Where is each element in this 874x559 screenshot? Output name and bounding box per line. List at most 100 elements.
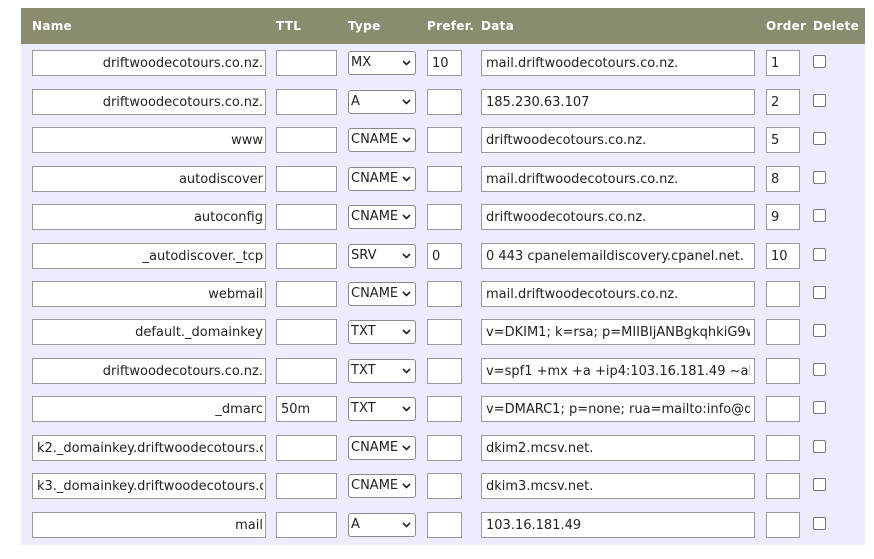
record-type-value: TXT bbox=[351, 363, 376, 378]
record-data-input[interactable] bbox=[481, 281, 755, 307]
delete-checkbox[interactable] bbox=[813, 401, 826, 414]
record-name-input[interactable] bbox=[32, 512, 266, 538]
record-name-input[interactable] bbox=[32, 396, 266, 422]
record-type-select[interactable]: CNAME bbox=[348, 128, 416, 152]
record-data-input[interactable] bbox=[481, 243, 755, 269]
record-ttl-input[interactable] bbox=[276, 127, 337, 153]
record-preference-input[interactable] bbox=[427, 204, 462, 230]
delete-checkbox[interactable] bbox=[813, 478, 826, 491]
record-type-select[interactable]: SRV bbox=[348, 244, 416, 268]
record-order-input[interactable] bbox=[766, 473, 800, 499]
record-name-input[interactable] bbox=[32, 473, 266, 499]
chevron-down-icon bbox=[402, 445, 411, 451]
record-order-input[interactable] bbox=[766, 204, 800, 230]
delete-checkbox[interactable] bbox=[813, 324, 826, 337]
record-name-input[interactable] bbox=[32, 358, 266, 384]
delete-checkbox[interactable] bbox=[813, 132, 826, 145]
record-ttl-input[interactable] bbox=[276, 204, 337, 230]
record-type-select[interactable]: CNAME bbox=[348, 282, 416, 306]
column-header-ttl: TTL bbox=[276, 19, 302, 33]
chevron-down-icon bbox=[402, 214, 411, 220]
record-ttl-input[interactable] bbox=[276, 319, 337, 345]
record-type-select[interactable]: TXT bbox=[348, 397, 416, 421]
record-order-input[interactable] bbox=[766, 435, 800, 461]
delete-checkbox[interactable] bbox=[813, 363, 826, 376]
record-type-select[interactable]: CNAME bbox=[348, 474, 416, 498]
record-name-input[interactable] bbox=[32, 50, 266, 76]
record-type-select[interactable]: CNAME bbox=[348, 205, 416, 229]
record-type-select[interactable]: CNAME bbox=[348, 167, 416, 191]
record-data-input[interactable] bbox=[481, 396, 755, 422]
delete-checkbox[interactable] bbox=[813, 55, 826, 68]
record-name-input[interactable] bbox=[32, 243, 266, 269]
record-ttl-input[interactable] bbox=[276, 50, 337, 76]
record-ttl-input[interactable] bbox=[276, 281, 337, 307]
record-type-select[interactable]: CNAME bbox=[348, 436, 416, 460]
record-preference-input[interactable] bbox=[427, 473, 462, 499]
record-preference-input[interactable] bbox=[427, 281, 462, 307]
record-preference-input[interactable] bbox=[427, 127, 462, 153]
record-preference-input[interactable] bbox=[427, 358, 462, 384]
record-order-input[interactable] bbox=[766, 89, 800, 115]
dns-record-row: A bbox=[21, 512, 865, 550]
record-order-input[interactable] bbox=[766, 512, 800, 538]
record-name-input[interactable] bbox=[32, 281, 266, 307]
record-order-input[interactable] bbox=[766, 319, 800, 345]
column-header-order: Order bbox=[766, 19, 807, 33]
record-ttl-input[interactable] bbox=[276, 473, 337, 499]
delete-checkbox[interactable] bbox=[813, 94, 826, 107]
record-data-input[interactable] bbox=[481, 512, 755, 538]
record-order-input[interactable] bbox=[766, 281, 800, 307]
record-ttl-input[interactable] bbox=[276, 396, 337, 422]
record-name-input[interactable] bbox=[32, 127, 266, 153]
record-type-select[interactable]: MX bbox=[348, 51, 416, 75]
record-name-input[interactable] bbox=[32, 89, 266, 115]
record-data-input[interactable] bbox=[481, 319, 755, 345]
record-order-input[interactable] bbox=[766, 166, 800, 192]
record-type-select[interactable]: TXT bbox=[348, 359, 416, 383]
delete-checkbox[interactable] bbox=[813, 171, 826, 184]
record-data-input[interactable] bbox=[481, 127, 755, 153]
dns-record-row: CNAME bbox=[21, 166, 865, 204]
record-data-input[interactable] bbox=[481, 89, 755, 115]
record-preference-input[interactable] bbox=[427, 396, 462, 422]
record-order-input[interactable] bbox=[766, 358, 800, 384]
record-data-input[interactable] bbox=[481, 166, 755, 192]
record-ttl-input[interactable] bbox=[276, 358, 337, 384]
record-name-input[interactable] bbox=[32, 319, 266, 345]
record-preference-input[interactable] bbox=[427, 89, 462, 115]
delete-checkbox[interactable] bbox=[813, 440, 826, 453]
record-order-input[interactable] bbox=[766, 243, 800, 269]
record-order-input[interactable] bbox=[766, 127, 800, 153]
delete-checkbox[interactable] bbox=[813, 517, 826, 530]
record-name-input[interactable] bbox=[32, 435, 266, 461]
record-data-input[interactable] bbox=[481, 435, 755, 461]
record-ttl-input[interactable] bbox=[276, 166, 337, 192]
record-data-input[interactable] bbox=[481, 204, 755, 230]
delete-checkbox[interactable] bbox=[813, 209, 826, 222]
record-data-input[interactable] bbox=[481, 473, 755, 499]
dns-record-row: CNAME bbox=[21, 281, 865, 319]
record-data-input[interactable] bbox=[481, 50, 755, 76]
record-preference-input[interactable] bbox=[427, 166, 462, 192]
record-type-select[interactable]: TXT bbox=[348, 320, 416, 344]
record-order-input[interactable] bbox=[766, 50, 800, 76]
record-preference-input[interactable] bbox=[427, 512, 462, 538]
record-ttl-input[interactable] bbox=[276, 89, 337, 115]
record-ttl-input[interactable] bbox=[276, 435, 337, 461]
delete-checkbox[interactable] bbox=[813, 248, 826, 261]
record-order-input[interactable] bbox=[766, 396, 800, 422]
record-data-input[interactable] bbox=[481, 358, 755, 384]
record-preference-input[interactable] bbox=[427, 50, 462, 76]
record-type-select[interactable]: A bbox=[348, 513, 416, 537]
record-name-input[interactable] bbox=[32, 166, 266, 192]
dns-record-row: SRV bbox=[21, 243, 865, 281]
record-preference-input[interactable] bbox=[427, 243, 462, 269]
record-preference-input[interactable] bbox=[427, 319, 462, 345]
delete-checkbox[interactable] bbox=[813, 286, 826, 299]
record-preference-input[interactable] bbox=[427, 435, 462, 461]
record-type-select[interactable]: A bbox=[348, 90, 416, 114]
record-ttl-input[interactable] bbox=[276, 243, 337, 269]
record-name-input[interactable] bbox=[32, 204, 266, 230]
record-ttl-input[interactable] bbox=[276, 512, 337, 538]
